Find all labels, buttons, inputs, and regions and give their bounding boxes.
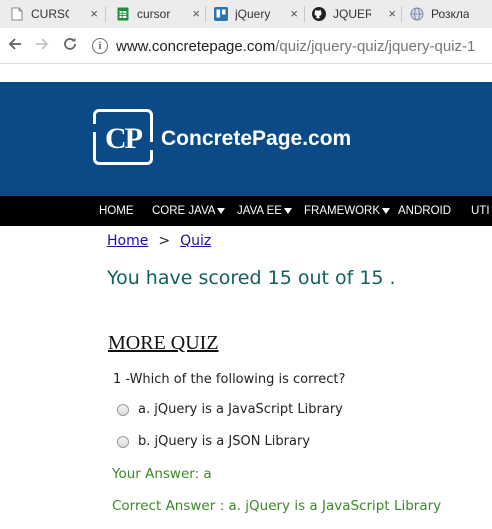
tab-cursor[interactable]: cursor × [106, 0, 206, 28]
back-arrow-icon [7, 36, 23, 56]
close-icon[interactable]: × [290, 7, 298, 20]
tab-title: jQuery [235, 7, 271, 21]
reload-button[interactable] [59, 35, 81, 57]
nav-item-core-java[interactable]: CORE JAVA [152, 196, 226, 226]
breadcrumb-separator: > [158, 233, 171, 249]
site-header: CP ConcretePage.com [0, 82, 492, 196]
option-label: b. jQuery is a JSON Library [138, 434, 311, 449]
document-icon [10, 7, 24, 21]
nav-item-java-ee[interactable]: JAVA EE [237, 196, 292, 226]
url-host: www.concretepage.com [116, 37, 276, 55]
your-answer: Your Answer: a [112, 466, 212, 482]
nav-item-utilities[interactable]: UTI [471, 196, 490, 226]
answer-option-b[interactable]: b. jQuery is a JSON Library [117, 434, 310, 449]
answer-option-a[interactable]: a. jQuery is a JavaScript Library [117, 402, 343, 417]
address-bar[interactable]: i www.concretepage.com/quiz/jquery-quiz/… [92, 33, 492, 59]
browser-tab-strip: CURSO × cursor × jQuery × JQUER × Розкла [0, 0, 492, 28]
tab-curso[interactable]: CURSO × [0, 0, 104, 28]
radio-button[interactable] [117, 403, 129, 416]
globe-icon [410, 7, 424, 21]
nav-item-label: HOME [99, 205, 134, 217]
forward-arrow-icon [34, 36, 50, 56]
question-text: 1 -Which of the following is correct? [113, 372, 346, 387]
tab-jquery[interactable]: jQuery × [204, 0, 304, 28]
back-button[interactable] [4, 35, 26, 57]
sheets-icon [116, 7, 130, 21]
site-logo[interactable]: CP [93, 109, 153, 165]
breadcrumb-home-link[interactable]: Home [107, 233, 148, 249]
tab-title: Розкла [431, 7, 469, 21]
info-icon[interactable]: i [92, 38, 108, 54]
nav-item-framework[interactable]: FRAMEWORK [304, 196, 391, 226]
github-icon [312, 7, 326, 21]
close-icon[interactable]: × [192, 7, 200, 20]
tab-title: JQUER [333, 7, 371, 21]
more-quiz-link[interactable]: MORE QUIZ [108, 332, 219, 355]
site-nav: HOME CORE JAVA JAVA EE FRAMEWORK ANDROID… [0, 196, 492, 226]
tab-jquer[interactable]: JQUER × [302, 0, 402, 28]
nav-item-label: ANDROID [398, 205, 452, 217]
dropdown-caret-icon [217, 208, 226, 214]
score-message: You have scored 15 out of 15 . [107, 267, 396, 289]
close-icon[interactable]: × [388, 7, 396, 20]
nav-item-label: JAVA EE [237, 205, 282, 217]
tab-rozkla[interactable]: Розкла [400, 0, 492, 28]
trello-icon [214, 7, 228, 21]
breadcrumb: Home > Quiz [107, 233, 211, 249]
url-path: /quiz/jquery-quiz/jquery-quiz-1 [275, 37, 476, 55]
correct-answer: Correct Answer : a. jQuery is a JavaScri… [112, 498, 442, 514]
reload-icon [62, 36, 78, 56]
dropdown-caret-icon [382, 208, 391, 214]
nav-item-home[interactable]: HOME [99, 196, 134, 226]
browser-toolbar: i www.concretepage.com/quiz/jquery-quiz/… [0, 28, 492, 64]
tab-title: CURSO [31, 7, 69, 21]
nav-item-label: FRAMEWORK [304, 205, 381, 217]
breadcrumb-quiz-link[interactable]: Quiz [180, 233, 211, 249]
nav-item-android[interactable]: ANDROID [398, 196, 451, 226]
nav-item-label: CORE JAVA [152, 205, 216, 217]
nav-item-label: UTI [471, 205, 490, 217]
dropdown-caret-icon [283, 208, 292, 214]
site-name[interactable]: ConcretePage.com [161, 127, 351, 151]
logo-letters: CP [105, 122, 143, 155]
option-label: a. jQuery is a JavaScript Library [138, 402, 343, 417]
tab-title: cursor [137, 7, 171, 21]
close-icon[interactable]: × [90, 7, 98, 20]
radio-button[interactable] [117, 435, 129, 448]
forward-button[interactable] [31, 35, 53, 57]
